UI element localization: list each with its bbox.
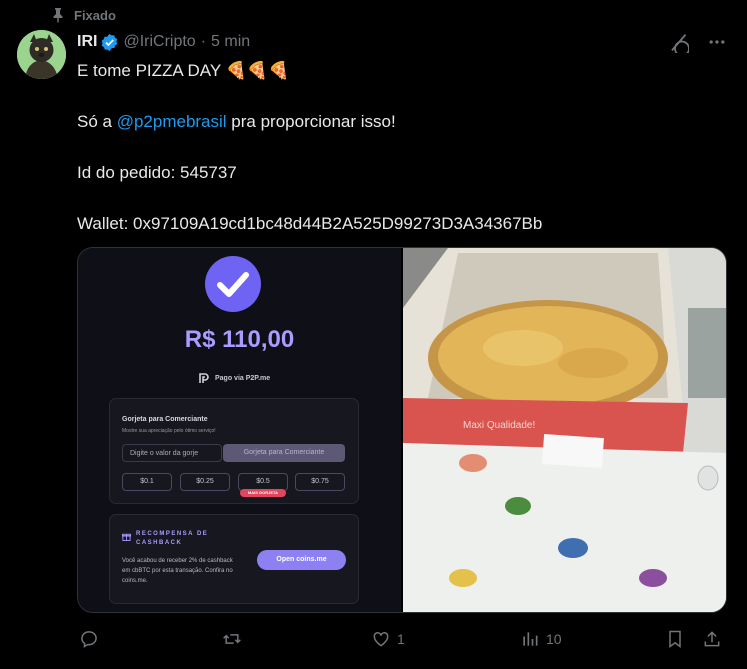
pizza-photo[interactable]: Maxi Qualidade! — [403, 248, 726, 612]
separator-dot: · — [200, 33, 207, 50]
cashback-title: RECOMPENSA DE CASHBACK — [136, 531, 209, 546]
post-text: E tome PIZZA DAY 🍕🍕🍕 Só a @p2pmebrasil p… — [77, 58, 717, 236]
avatar-image — [17, 30, 66, 79]
box-print-text: Maxi Qualidade! — [463, 420, 535, 431]
tip-submit-button: Gorjeta para Comerciante — [223, 444, 345, 462]
paid-via: Pago via P2P.me — [198, 372, 270, 384]
media-grid: R$ 110,00 Pago via P2P.me Gorjeta para C… — [77, 247, 727, 613]
open-coins-button: Open coins.me — [257, 550, 346, 570]
author-name[interactable]: IRI — [77, 33, 97, 51]
more-icon[interactable] — [707, 32, 727, 52]
like-icon — [373, 631, 389, 647]
tip-card: Gorjeta para Comerciante Mostre sua apre… — [109, 398, 359, 504]
pinned-label: Fixado — [74, 7, 116, 23]
avatar[interactable] — [17, 30, 66, 79]
views-icon — [523, 632, 538, 646]
repost-button[interactable] — [222, 629, 248, 649]
post-line-2: Só a @p2pmebrasil pra proporcionar isso! — [77, 109, 717, 134]
action-bar: 1 10 — [77, 626, 725, 654]
checkmark-icon — [217, 272, 249, 297]
views-count: 10 — [546, 631, 562, 647]
reply-icon — [81, 631, 97, 648]
line2-prefix: Só a — [77, 112, 117, 131]
grok-icon[interactable] — [668, 32, 689, 53]
paid-via-text: Pago via P2P.me — [215, 374, 271, 382]
like-count: 1 — [397, 631, 405, 647]
tip-subtitle: Mostre sua apreciação pelo ótimo serviço… — [122, 428, 216, 434]
post-time[interactable]: 5 min — [211, 33, 250, 51]
p2p-logo-icon — [199, 373, 209, 383]
share-icon — [704, 631, 720, 647]
tip-option: $0.1 — [122, 473, 172, 491]
payment-receipt-image[interactable]: R$ 110,00 Pago via P2P.me Gorjeta para C… — [78, 248, 401, 612]
cashback-text: Você acabou de receber 2% de cashback em… — [122, 558, 233, 584]
tip-title: Gorjeta para Comerciante — [122, 416, 208, 423]
gift-icon — [122, 533, 131, 541]
tip-option: $0.75 — [295, 473, 345, 491]
pizza-photo-drawing: Maxi Qualidade! — [403, 248, 726, 612]
verified-badge-icon — [102, 33, 118, 51]
pinned-indicator: Fixado — [50, 5, 116, 25]
bookmark-icon — [669, 630, 681, 648]
like-button[interactable]: 1 — [371, 629, 405, 649]
reply-button[interactable] — [79, 629, 105, 649]
post-line-3: Id do pedido: 545737 — [77, 163, 237, 182]
views-button[interactable]: 10 — [520, 629, 562, 649]
author-handle[interactable]: @IriCripto — [123, 33, 195, 51]
tip-badge: MAIS GORJETA — [240, 489, 286, 497]
line2-suffix: pra proporcionar isso! — [226, 112, 396, 131]
mention-link[interactable]: @p2pmebrasil — [117, 112, 227, 131]
tip-amount-input: Digite o valor da gorje — [122, 444, 222, 462]
post-line-1: E tome PIZZA DAY 🍕🍕🍕 — [77, 61, 290, 80]
repost-icon — [223, 634, 241, 644]
checkmark-circle — [205, 256, 261, 312]
post-line-4: Wallet: 0x97109A19cd1bc48d44B2A525D99273… — [77, 214, 543, 233]
pin-icon — [53, 8, 63, 23]
cashback-card: RECOMPENSA DE CASHBACK Você acabou de re… — [109, 514, 359, 604]
payment-amount: R$ 110,00 — [184, 326, 295, 353]
tip-option: $0.25 — [180, 473, 230, 491]
post-header: IRI @IriCripto · 5 min — [77, 31, 727, 53]
share-button[interactable] — [702, 629, 722, 649]
bookmark-button[interactable] — [665, 629, 685, 649]
